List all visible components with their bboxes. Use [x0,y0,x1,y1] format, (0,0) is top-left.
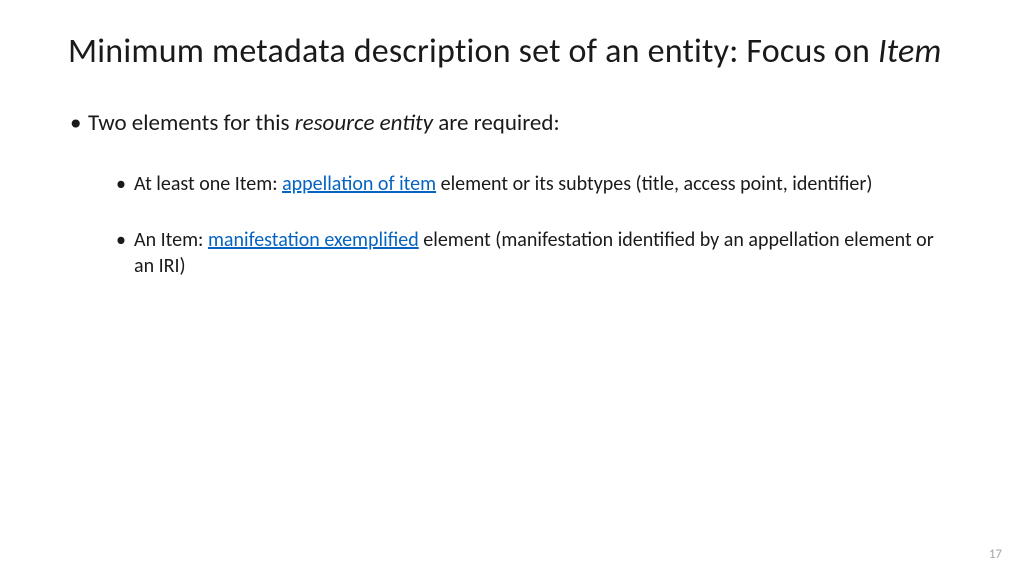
intro-italic: resource entity [295,109,433,137]
sub-bullet-1: At least one Item: appellation of item e… [116,171,946,197]
title-italic: Item [878,31,942,72]
title-text: Minimum metadata description set of an e… [68,31,878,72]
sub-bullet-2: An Item: manifestation exemplified eleme… [116,227,946,279]
intro-text-1: Two elements for this [88,109,295,137]
page-number: 17 [989,547,1002,562]
bullet1-text-1: At least one Item: [134,172,282,196]
slide-container: Minimum metadata description set of an e… [0,0,1024,576]
intro-text-2: are required: [433,109,560,137]
manifestation-link[interactable]: manifestation exemplified [208,228,419,252]
bullet1-text-2: element or its subtypes (title, access p… [436,172,872,196]
slide-title: Minimum metadata description set of an e… [68,32,956,73]
intro-bullet: Two elements for this resource entity ar… [70,109,956,137]
appellation-link[interactable]: appellation of item [282,172,436,196]
bullet2-text-1: An Item: [134,228,208,252]
